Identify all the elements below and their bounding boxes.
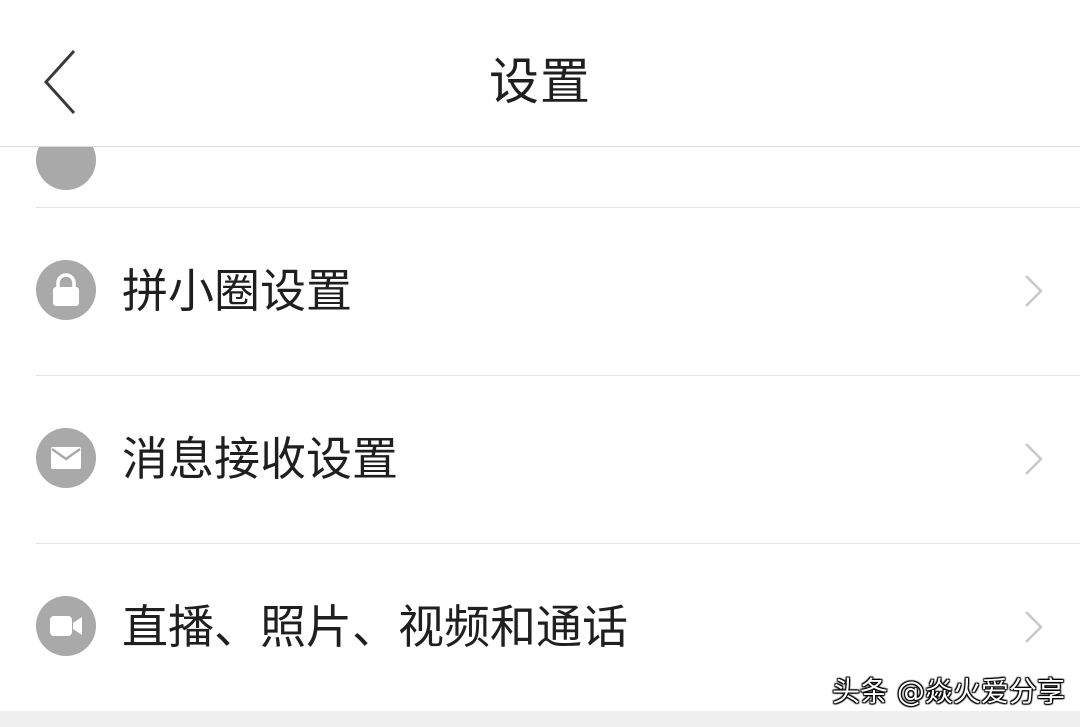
chevron-right-icon <box>1025 611 1043 643</box>
settings-row-label: 消息接收设置 <box>122 432 398 486</box>
video-camera-icon <box>36 596 96 656</box>
lock-icon <box>36 260 96 320</box>
bottom-gray-strip <box>0 711 1080 727</box>
watermark: 头条 @焱火爱分享 <box>832 675 1065 708</box>
chevron-right-icon <box>1025 443 1043 475</box>
row-divider <box>36 375 1080 376</box>
envelope-icon <box>36 428 96 488</box>
page-title: 设置 <box>489 53 591 111</box>
row-divider <box>36 207 1080 208</box>
settings-row-message[interactable]: 消息接收设置 <box>0 375 1080 543</box>
nav-header: 设置 <box>0 0 1080 147</box>
settings-row-label: 拼小圈设置 <box>122 264 352 318</box>
chevron-right-icon <box>1025 275 1043 307</box>
settings-row-pinxiaoquan[interactable]: 拼小圈设置 <box>0 207 1080 375</box>
row-divider <box>36 543 1080 544</box>
settings-row-label: 直播、照片、视频和通话 <box>122 600 628 654</box>
